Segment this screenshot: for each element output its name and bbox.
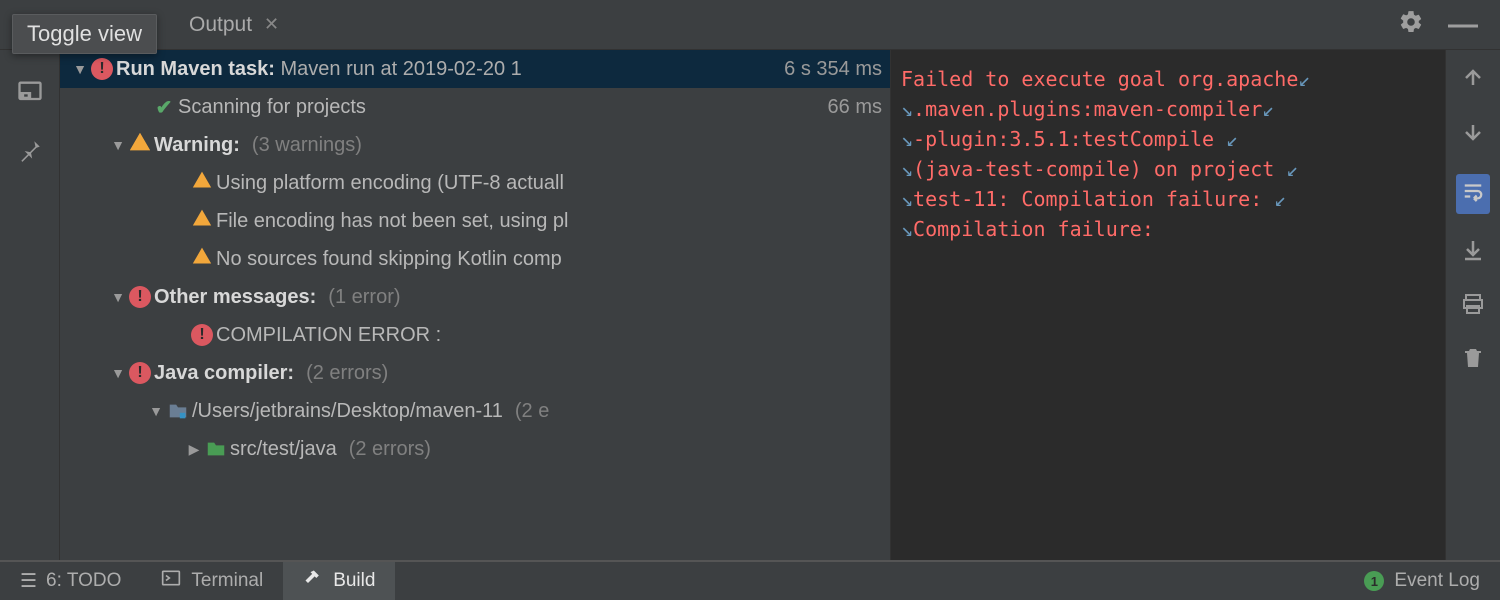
tab-output-label: Output — [189, 13, 252, 37]
tree-root[interactable]: ! Run Maven task: Maven run at 2019-02-2… — [60, 50, 890, 88]
chevron-down-icon[interactable] — [148, 403, 164, 419]
down-arrow-icon[interactable] — [1461, 120, 1485, 150]
chevron-down-icon[interactable] — [110, 289, 126, 305]
status-terminal[interactable]: Terminal — [141, 562, 283, 600]
tree-java-sub[interactable]: src/test/java (2 errors) — [60, 430, 890, 468]
console-text: (java-test-compile) on project — [913, 157, 1286, 181]
soft-wrap-icon: ↙ — [1262, 97, 1274, 121]
warning-icon — [192, 246, 212, 272]
chevron-down-icon[interactable] — [72, 61, 88, 77]
soft-wrap-icon: ↙ — [1298, 67, 1310, 91]
status-build[interactable]: Build — [283, 562, 395, 600]
hammer-icon — [303, 568, 323, 594]
status-todo-label: 6: TODO — [46, 570, 121, 592]
tree-item-label: Using platform encoding (UTF-8 actuall — [216, 172, 564, 195]
soft-wrap-icon: ↙ — [1286, 157, 1298, 181]
soft-wrap-icon: ↘ — [901, 187, 913, 211]
tree-java-label: Java compiler: — [154, 362, 294, 385]
event-badge: 1 — [1364, 571, 1384, 591]
check-icon: ✔ — [156, 95, 173, 120]
soft-wrap-toggle-icon[interactable] — [1456, 174, 1490, 214]
tree-warning[interactable]: Warning: (3 warnings) — [60, 126, 890, 164]
tab-output[interactable]: Output ✕ — [175, 0, 293, 50]
tree-root-time: 6 s 354 ms — [784, 58, 882, 81]
console-text: Failed to execute goal org.apache — [901, 67, 1298, 91]
left-toolbar — [0, 50, 60, 560]
tree-java-path[interactable]: /Users/jetbrains/Desktop/maven-11 (2 e — [60, 392, 890, 430]
error-icon: ! — [129, 286, 151, 308]
tree-java-count: (2 errors) — [306, 362, 388, 385]
soft-wrap-icon: ↘ — [901, 217, 913, 241]
build-tree[interactable]: ! Run Maven task: Maven run at 2019-02-2… — [60, 50, 890, 560]
soft-wrap-icon: ↙ — [1226, 127, 1238, 151]
soft-wrap-icon: ↘ — [901, 157, 913, 181]
pin-icon[interactable] — [17, 138, 43, 170]
tree-scan-time: 66 ms — [828, 96, 882, 119]
soft-wrap-icon: ↘ — [901, 97, 913, 121]
status-build-label: Build — [333, 570, 375, 592]
tree-warning-item[interactable]: Using platform encoding (UTF-8 actuall — [60, 164, 890, 202]
chevron-down-icon[interactable] — [110, 137, 126, 153]
tree-item-label: src/test/java — [230, 438, 337, 461]
tree-scan-label: Scanning for projects — [178, 96, 366, 119]
error-icon: ! — [91, 58, 113, 80]
trash-icon[interactable] — [1461, 346, 1485, 376]
tree-other-count: (1 error) — [328, 286, 400, 309]
tab-bar: Output ✕ — — [0, 0, 1500, 50]
tree-warning-count: (3 warnings) — [252, 134, 362, 157]
terminal-icon — [161, 568, 181, 594]
status-event-label: Event Log — [1394, 570, 1480, 592]
up-arrow-icon[interactable] — [1461, 66, 1485, 96]
soft-wrap-icon: ↙ — [1274, 187, 1286, 211]
folder-icon — [202, 438, 230, 460]
tree-item-count: (2 errors) — [349, 438, 431, 461]
console-text: .maven.plugins:maven-compiler — [913, 97, 1262, 121]
folder-icon — [164, 400, 192, 422]
error-icon: ! — [191, 324, 213, 346]
tree-java[interactable]: ! Java compiler: (2 errors) — [60, 354, 890, 392]
tree-item-label: No sources found skipping Kotlin comp — [216, 248, 562, 271]
console-text: test-11: Compilation failure: — [913, 187, 1274, 211]
tree-other[interactable]: ! Other messages: (1 error) — [60, 278, 890, 316]
warning-icon — [192, 170, 212, 196]
status-event-log[interactable]: 1 Event Log — [1344, 562, 1500, 600]
gear-icon[interactable] — [1398, 9, 1424, 41]
tree-item-label: File encoding has not been set, using pl — [216, 210, 568, 233]
todo-icon: ☰ — [20, 570, 36, 593]
warning-icon — [192, 208, 212, 234]
chevron-down-icon[interactable] — [110, 365, 126, 381]
close-icon[interactable]: ✕ — [264, 14, 279, 35]
toggle-view-icon[interactable] — [16, 78, 44, 112]
main-area: ! Run Maven task: Maven run at 2019-02-2… — [0, 50, 1500, 560]
tree-scan[interactable]: ✔ Scanning for projects 66 ms — [60, 88, 890, 126]
console-text: Compilation failure: — [913, 217, 1154, 241]
tree-other-label: Other messages: — [154, 286, 316, 309]
soft-wrap-icon: ↘ — [901, 127, 913, 151]
right-toolbar — [1445, 50, 1500, 560]
tree-warning-item[interactable]: File encoding has not been set, using pl — [60, 202, 890, 240]
warning-icon — [129, 131, 151, 159]
tree-item-label: /Users/jetbrains/Desktop/maven-11 — [192, 400, 503, 423]
error-icon: ! — [129, 362, 151, 384]
tree-item-label: COMPILATION ERROR : — [216, 324, 441, 347]
status-todo[interactable]: ☰ 6: TODO — [0, 562, 141, 600]
chevron-right-icon[interactable] — [186, 441, 202, 458]
tree-item-count: (2 e — [515, 400, 549, 423]
tree-warning-label: Warning: — [154, 134, 240, 157]
tree-other-item[interactable]: ! COMPILATION ERROR : — [60, 316, 890, 354]
tree-warning-item[interactable]: No sources found skipping Kotlin comp — [60, 240, 890, 278]
toggle-view-tooltip: Toggle view — [12, 14, 157, 54]
tree-root-label: Run Maven task: Maven run at 2019-02-20 … — [116, 58, 522, 81]
console-text: -plugin:3.5.1:testCompile — [913, 127, 1226, 151]
print-icon[interactable] — [1461, 292, 1485, 322]
console-output[interactable]: Failed to execute goal org.apache↙ ↘.mav… — [890, 50, 1445, 560]
scroll-to-end-icon[interactable] — [1461, 238, 1485, 268]
status-terminal-label: Terminal — [191, 570, 263, 592]
status-bar: ☰ 6: TODO Terminal Build 1 Event Log — [0, 560, 1500, 600]
